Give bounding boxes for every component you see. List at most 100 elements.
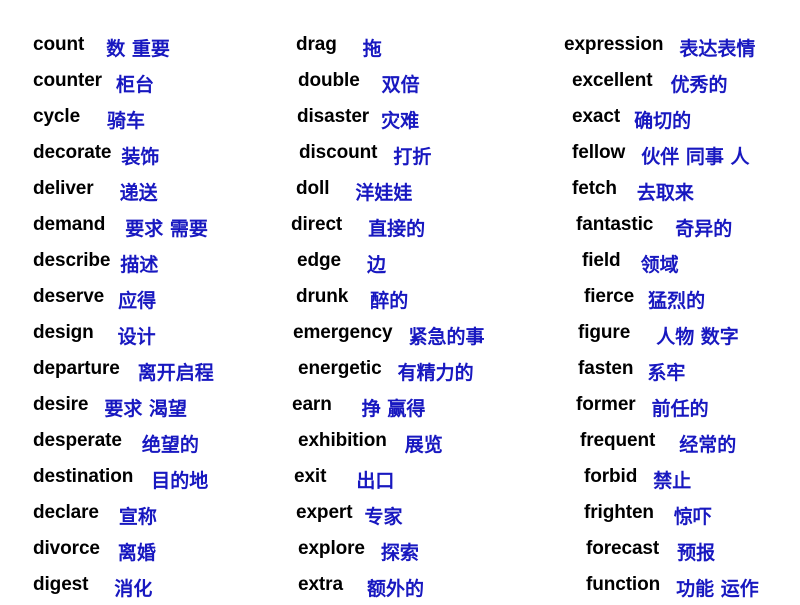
vocabulary-entry: energetic 有精力的	[268, 353, 534, 389]
vocabulary-entry: former 前任的	[534, 389, 800, 425]
vocabulary-entry: frighten 惊吓	[534, 497, 800, 533]
vocabulary-entry: double 双倍	[268, 65, 534, 101]
vocabulary-column-1: count 数 重要 counter 柜台 cycle 骑车 decorate 装饰 deliv…	[0, 0, 268, 600]
vocabulary-sheet: count 数 重要 counter 柜台 cycle 骑车 decorate 装饰 deliv…	[0, 0, 800, 600]
vocabulary-entry: decorate 装饰	[0, 137, 268, 173]
vocabulary-entry: departure 离开启程	[0, 353, 268, 389]
vocabulary-entry: expert 专家	[268, 497, 534, 533]
entry-gloss: 打折	[393, 146, 432, 168]
entry-term: earn	[292, 394, 332, 415]
entry-term: fellow	[572, 142, 626, 163]
entry-term: emergency	[293, 322, 393, 343]
entry-term: direct	[291, 214, 343, 235]
entry-gloss: 领域	[640, 254, 679, 276]
entry-gloss: 装饰	[121, 146, 160, 168]
entry-gloss: 柜台	[115, 74, 154, 96]
entry-gloss: 系牢	[647, 362, 686, 384]
vocabulary-entry: exact 确切的	[534, 101, 800, 137]
vocabulary-entry: emergency 紧急的事	[268, 317, 534, 353]
entry-gloss: 专家	[364, 506, 403, 528]
vocabulary-entry: declare 宣称	[0, 497, 268, 533]
entry-gloss: 优秀的	[670, 74, 728, 96]
vocabulary-entry: forbid 禁止	[534, 461, 800, 497]
entry-gloss: 离婚	[117, 542, 156, 564]
entry-gloss: 禁止	[653, 470, 692, 492]
entry-gloss: 灾难	[381, 110, 420, 132]
entry-term: frequent	[580, 430, 656, 451]
vocabulary-entry: forecast 预报	[534, 533, 800, 569]
vocabulary-entry: divorce 离婚	[0, 533, 268, 569]
vocabulary-entry: earn 挣 赢得	[268, 389, 534, 425]
vocabulary-entry: expression 表达表情	[534, 29, 800, 65]
vocabulary-entry: exhibition 展览	[268, 425, 534, 461]
entry-term: excellent	[572, 70, 653, 91]
entry-term: exhibition	[298, 430, 387, 451]
vocabulary-entry: doll 洋娃娃	[268, 173, 534, 209]
vocabulary-column-3: expression 表达表情 excellent 优秀的 exact 确切的 fellow…	[534, 0, 800, 600]
entry-term: extra	[298, 574, 343, 595]
entry-term: destination	[33, 466, 134, 487]
vocabulary-entry: fasten 系牢	[534, 353, 800, 389]
entry-gloss: 目的地	[151, 470, 209, 492]
entry-term: fetch	[572, 178, 617, 199]
entry-term: cycle	[33, 106, 81, 127]
vocabulary-entry: explore 探索	[268, 533, 534, 569]
entry-term: exact	[572, 106, 621, 127]
entry-term: frighten	[584, 502, 654, 523]
vocabulary-entry: fantastic 奇异的	[534, 209, 800, 245]
entry-term: declare	[33, 502, 99, 523]
entry-gloss: 要求 需要	[125, 218, 208, 240]
entry-gloss: 紧急的事	[408, 326, 485, 348]
entry-gloss: 挣 赢得	[361, 398, 426, 420]
entry-gloss: 确切的	[634, 110, 692, 132]
entry-term: fantastic	[576, 214, 654, 235]
entry-term: deserve	[33, 286, 105, 307]
entry-gloss: 有精力的	[397, 362, 474, 384]
entry-term: deliver	[33, 178, 94, 199]
vocabulary-entry: drunk 醉的	[268, 281, 534, 317]
entry-gloss: 展览	[404, 434, 443, 456]
vocabulary-entry: discount 打折	[268, 137, 534, 173]
vocabulary-entry: fellow 伙伴 同事 人	[534, 137, 800, 173]
entry-term: explore	[298, 538, 365, 559]
entry-gloss: 经常的	[679, 434, 737, 456]
entry-term: expert	[296, 502, 353, 523]
entry-term: exit	[294, 466, 327, 487]
entry-term: divorce	[33, 538, 100, 559]
vocabulary-entry: deliver 递送	[0, 173, 268, 209]
entry-term: double	[298, 70, 360, 91]
entry-term: edge	[297, 250, 341, 271]
vocabulary-entry: design 设计	[0, 317, 268, 353]
vocabulary-entry: figure 人物 数字	[534, 317, 800, 353]
entry-term: energetic	[298, 358, 382, 379]
entry-gloss: 猛烈的	[648, 290, 706, 312]
vocabulary-entry: desire 要求 渴望	[0, 389, 268, 425]
entry-gloss: 伙伴 同事 人	[641, 146, 750, 168]
entry-term: design	[33, 322, 94, 343]
entry-term: disaster	[297, 106, 370, 127]
entry-gloss: 预报	[677, 542, 716, 564]
entry-gloss: 双倍	[381, 74, 420, 96]
vocabulary-entry: exit 出口	[268, 461, 534, 497]
entry-gloss: 人物 数字	[656, 326, 739, 348]
entry-term: drunk	[296, 286, 349, 307]
vocabulary-entry: desperate 绝望的	[0, 425, 268, 461]
vocabulary-entry: field 领域	[534, 245, 800, 281]
vocabulary-entry: excellent 优秀的	[534, 65, 800, 101]
vocabulary-column-2: drag 拖 double 双倍 disaster 灾难 discount 打折 doll 洋娃娃…	[268, 0, 534, 600]
entry-gloss: 宣称	[118, 506, 157, 528]
vocabulary-entry: disaster 灾难	[268, 101, 534, 137]
vocabulary-entry: describe 描述	[0, 245, 268, 281]
entry-term: count	[33, 34, 85, 55]
entry-term: decorate	[33, 142, 112, 163]
vocabulary-entry: fetch 去取来	[534, 173, 800, 209]
entry-term: digest	[33, 574, 89, 595]
entry-term: fierce	[584, 286, 635, 307]
entry-gloss: 要求 渴望	[104, 398, 188, 420]
vocabulary-entry: demand 要求 需要	[0, 209, 268, 245]
entry-gloss: 拖	[362, 38, 382, 60]
entry-gloss: 应得	[118, 290, 157, 312]
vocabulary-entry: cycle 骑车	[0, 101, 268, 137]
entry-gloss: 绝望的	[141, 434, 199, 456]
entry-term: function	[586, 574, 661, 595]
